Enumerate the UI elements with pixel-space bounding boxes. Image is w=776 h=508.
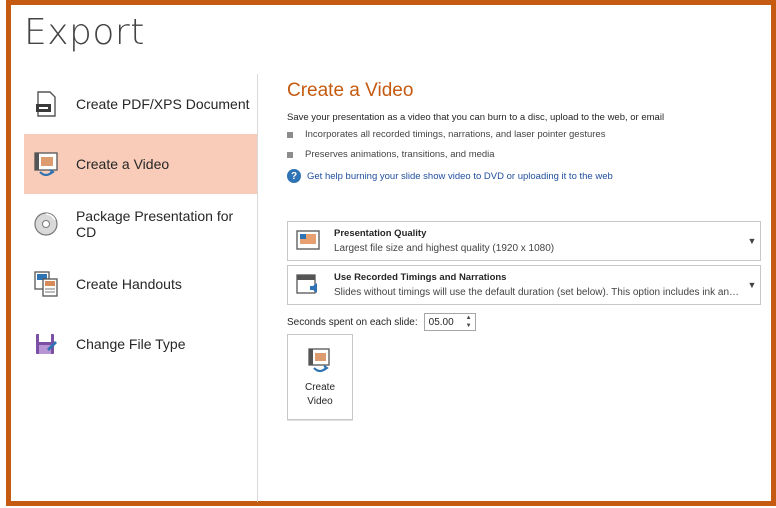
create-video-label: Create Video: [295, 381, 345, 409]
chevron-down-icon: ▼: [747, 280, 757, 290]
list-item-text: Preserves animations, transitions, and m…: [305, 149, 495, 160]
stepper-buttons[interactable]: ▲ ▼: [463, 314, 475, 330]
sidebar-item-label: Package Presentation for CD: [75, 208, 234, 240]
pdf-document-icon: [32, 90, 60, 118]
seconds-per-slide-row: Seconds spent on each slide: 05.00 ▲ ▼: [287, 313, 476, 331]
sidebar-item-label: Create PDF/XPS Document: [76, 96, 250, 112]
section-description: Save your presentation as a video that y…: [287, 112, 665, 123]
list-item: Preserves animations, transitions, and m…: [287, 149, 767, 160]
sidebar-item-create-pdf-xps[interactable]: Create PDF/XPS Document: [24, 74, 257, 134]
cd-icon: [32, 210, 60, 238]
dropdown-value: Slides without timings will use the defa…: [334, 287, 744, 298]
feature-list: Incorporates all recorded timings, narra…: [287, 129, 767, 160]
seconds-value[interactable]: 05.00: [425, 317, 463, 328]
create-video-icon: [306, 347, 334, 375]
create-label-line2: Video: [307, 396, 333, 407]
recorded-timings-icon: [294, 271, 322, 299]
dropdown-title: Use Recorded Timings and Narrations: [334, 272, 507, 283]
vertical-divider: [257, 74, 258, 502]
page-title: Export: [24, 12, 145, 53]
presentation-quality-dropdown[interactable]: Presentation Quality Largest file size a…: [287, 221, 761, 261]
help-link[interactable]: ? Get help burning your slide show video…: [287, 169, 767, 183]
bullet-icon: [287, 131, 293, 138]
sidebar-item-label: Create a Video: [76, 156, 170, 172]
presentation-quality-icon: [294, 227, 322, 255]
sidebar-item-label: Change File Type: [76, 336, 186, 352]
stepper-up-icon[interactable]: ▲: [466, 314, 472, 322]
chevron-down-icon: ▼: [747, 236, 757, 246]
stepper-down-icon[interactable]: ▼: [466, 322, 472, 330]
sidebar-item-label: Create Handouts: [76, 276, 182, 292]
recorded-timings-dropdown[interactable]: Use Recorded Timings and Narrations Slid…: [287, 265, 761, 305]
create-label-line1: Create: [304, 382, 335, 393]
sidebar-item-package-cd[interactable]: Package Presentation for CD: [24, 194, 257, 254]
create-video-button[interactable]: Create Video: [287, 334, 353, 420]
dropdown-value: Largest file size and highest quality (1…: [334, 243, 555, 254]
sidebar-item-create-handouts[interactable]: Create Handouts: [24, 254, 257, 314]
bullet-icon: [287, 151, 293, 158]
seconds-stepper[interactable]: 05.00 ▲ ▼: [423, 313, 476, 331]
seconds-label: Seconds spent on each slide:: [287, 316, 418, 328]
video-icon: [32, 150, 60, 178]
list-item: Incorporates all recorded timings, narra…: [287, 129, 767, 140]
sidebar-nav: Create PDF/XPS Document Create a Video P…: [24, 74, 257, 374]
create-video-panel: Create a Video Save your presentation as…: [287, 80, 767, 183]
file-type-icon: [32, 330, 60, 358]
sidebar-item-change-file-type[interactable]: Change File Type: [24, 314, 257, 374]
help-icon: ?: [287, 169, 301, 183]
sidebar-item-create-video[interactable]: Create a Video: [24, 134, 257, 194]
section-title: Create a Video: [287, 80, 414, 101]
handouts-icon: [32, 270, 60, 298]
help-link-text: Get help burning your slide show video t…: [307, 170, 613, 182]
dropdown-title: Presentation Quality: [334, 228, 427, 239]
list-item-text: Incorporates all recorded timings, narra…: [305, 129, 606, 140]
